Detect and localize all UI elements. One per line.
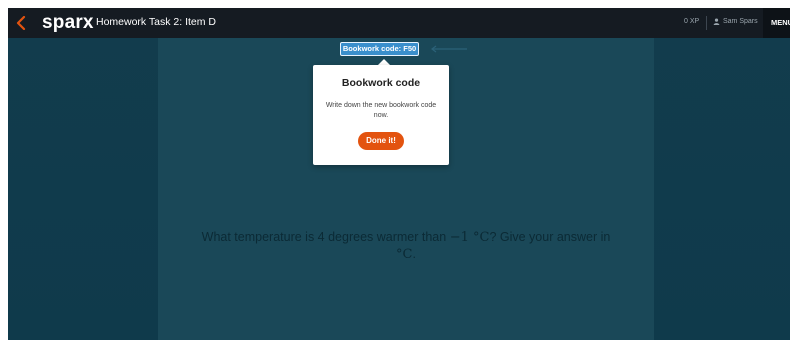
task-title: Homework Task 2: Item D [96,16,217,28]
back-button[interactable] [8,8,34,38]
user-icon [713,18,720,25]
arrow-left-icon [431,45,467,53]
popup-title: Bookwork code [341,77,421,89]
header-divider [706,16,707,30]
question-text-middle: ? Give your answer in [489,230,611,244]
question-text-start: What temperature is 4 degrees warmer tha… [201,230,450,244]
xp-counter: 0 XP [684,18,700,25]
done-button[interactable]: Done it! [358,132,404,150]
app-frame: sparx Homework Task 2: Item D 0 XP Sam S… [8,8,790,340]
menu-button[interactable]: MENU [763,8,790,38]
top-bar: sparx Homework Task 2: Item D 0 XP Sam S… [8,8,790,38]
bookwork-popup: Bookwork code Write down the new bookwor… [313,65,449,165]
popup-message: Write down the new bookwork code now. [325,102,437,119]
question-text: What temperature is 4 degrees warmer tha… [158,229,654,263]
user-name: Sam Spars [723,18,758,25]
question-text-end: . [412,247,416,261]
sparx-logo[interactable]: sparx [42,12,94,34]
question-unit: °C [396,247,413,262]
bookwork-code-badge: Bookwork code: F50 [340,42,419,56]
chevron-left-icon [16,16,26,30]
user-account[interactable]: Sam Spars [713,18,758,25]
question-math-value: −1 °C [449,230,490,245]
